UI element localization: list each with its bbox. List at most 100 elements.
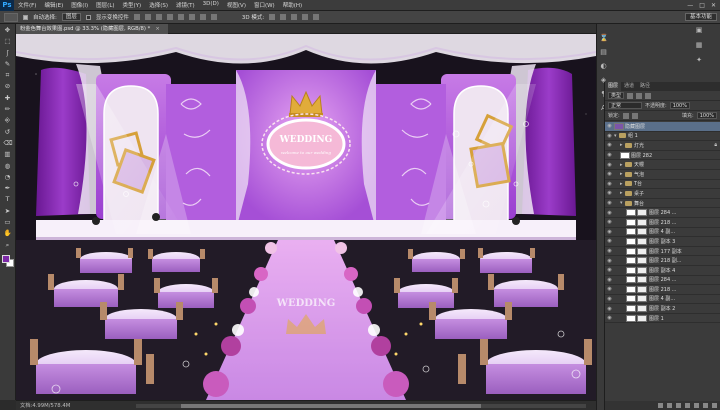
- layer-row[interactable]: ◉ 图层 副本 2: [605, 304, 720, 314]
- crop-icon[interactable]: ⌗: [4, 72, 12, 79]
- stamp-icon[interactable]: ⎆: [4, 117, 12, 124]
- menu-item[interactable]: 帮助(H): [279, 1, 306, 9]
- menu-item[interactable]: 文件(F): [14, 1, 40, 9]
- menu-item[interactable]: 滤镜(T): [172, 1, 199, 9]
- layer-row[interactable]: ◉ 图层 1: [605, 314, 720, 324]
- fill-field[interactable]: 100%: [696, 112, 717, 119]
- navigator-panel-icon[interactable]: ✦: [695, 56, 703, 64]
- new-group-icon[interactable]: [694, 403, 699, 408]
- tool-preset-picker[interactable]: [4, 12, 18, 22]
- eraser-icon[interactable]: ⌫: [4, 139, 13, 147]
- align-right-icon[interactable]: [188, 14, 195, 20]
- menu-item[interactable]: 选择(S): [145, 1, 172, 9]
- adjustment-layer-icon[interactable]: [685, 403, 690, 408]
- menu-item[interactable]: 视图(V): [223, 1, 250, 9]
- menu-item[interactable]: 类型(Y): [119, 1, 146, 9]
- pen-icon[interactable]: ✒: [4, 185, 12, 192]
- visibility-eye-icon[interactable]: ◉: [605, 200, 614, 206]
- layer-row[interactable]: ◉ ▾ 舞台: [605, 199, 720, 209]
- blur-icon[interactable]: ◍: [4, 162, 12, 170]
- opacity-field[interactable]: 100%: [669, 102, 690, 109]
- layer-row[interactable]: ◉ 图层 218 ...: [605, 285, 720, 295]
- blend-mode-dropdown[interactable]: 正常: [608, 102, 642, 109]
- hand-icon[interactable]: ✋: [4, 230, 12, 237]
- type-icon[interactable]: T: [4, 196, 12, 203]
- color-swatches[interactable]: [1, 254, 14, 267]
- layer-row[interactable]: ◉ ▸ 桌子: [605, 189, 720, 199]
- layer-row[interactable]: ◉ 图层 218 副...: [605, 256, 720, 266]
- visibility-eye-icon[interactable]: ◉: [605, 152, 614, 158]
- align-top-icon[interactable]: [133, 14, 140, 20]
- foreground-color-swatch[interactable]: [1, 254, 10, 263]
- menu-item[interactable]: 3D(D): [199, 1, 223, 9]
- shape-icon[interactable]: ▭: [4, 219, 12, 226]
- layer-row[interactable]: ◉ 图层 副本 4: [605, 266, 720, 276]
- layer-row[interactable]: ◉ 图层 4 副...: [605, 228, 720, 238]
- mask-icon[interactable]: [676, 403, 681, 408]
- visibility-eye-icon[interactable]: ◉: [605, 181, 614, 187]
- tab-channels[interactable]: 通道: [621, 82, 637, 91]
- close-window-button[interactable]: ✕: [711, 2, 716, 9]
- properties-panel-icon[interactable]: ▤: [600, 48, 608, 56]
- visibility-eye-icon[interactable]: ◉: [605, 219, 614, 225]
- lasso-icon[interactable]: ʃ: [4, 49, 12, 57]
- 3d-pan-icon[interactable]: [291, 14, 298, 20]
- maximize-button[interactable]: □: [699, 2, 705, 9]
- layer-row[interactable]: ◉ 图层 284 ...: [605, 276, 720, 286]
- 3d-roll-icon[interactable]: [280, 14, 287, 20]
- brush-icon[interactable]: ✏: [4, 106, 12, 113]
- document-canvas[interactable]: WEDDING welcome to our wedding WEDDING: [16, 34, 596, 400]
- visibility-eye-icon[interactable]: ◉: [605, 210, 614, 216]
- align-left-icon[interactable]: [166, 14, 173, 20]
- marquee-icon[interactable]: ⬚: [4, 38, 12, 45]
- swatches-panel-icon[interactable]: ▦: [695, 41, 703, 49]
- visibility-eye-icon[interactable]: ◉: [605, 123, 614, 129]
- new-layer-icon[interactable]: [703, 403, 708, 408]
- align-middle-icon[interactable]: [144, 14, 151, 20]
- history-panel-icon[interactable]: ⌛: [600, 34, 609, 42]
- layer-row[interactable]: ◉ ▸ 气泡: [605, 170, 720, 180]
- menu-item[interactable]: 窗口(W): [250, 1, 279, 9]
- distribute-icon[interactable]: [199, 14, 206, 20]
- document-tab[interactable]: 粉金色舞台效果图.psd @ 33.3% (隐藏图层, RGB/8) * ×: [16, 24, 168, 34]
- show-transform-checkbox[interactable]: [85, 14, 91, 20]
- 3d-slide-icon[interactable]: [302, 14, 309, 20]
- layer-row[interactable]: ◉ 图层 副本 3: [605, 237, 720, 247]
- path-select-icon[interactable]: ➤: [4, 207, 12, 215]
- auto-select-checkbox[interactable]: [23, 14, 28, 20]
- visibility-eye-icon[interactable]: ◉: [605, 162, 614, 168]
- layer-row[interactable]: ◉ 隐藏图层: [605, 122, 720, 132]
- filter-pixel-icon[interactable]: [627, 92, 634, 99]
- gradient-icon[interactable]: ▥: [4, 151, 12, 158]
- workspace-selector[interactable]: 基本功能: [684, 13, 717, 21]
- tab-paths[interactable]: 路径: [637, 82, 653, 91]
- align-bottom-icon[interactable]: [155, 14, 162, 20]
- filter-adjust-icon[interactable]: [636, 92, 643, 99]
- distribute-h-icon[interactable]: [210, 14, 217, 20]
- layer-row[interactable]: ◉ ▸ T台: [605, 180, 720, 190]
- filter-type-icon[interactable]: [645, 92, 652, 99]
- visibility-eye-icon[interactable]: ◉: [605, 142, 614, 148]
- visibility-eye-icon[interactable]: ◉: [605, 286, 614, 292]
- layer-row[interactable]: ◉ ▸ 天幔: [605, 160, 720, 170]
- visibility-eye-icon[interactable]: ◉: [605, 258, 614, 264]
- adjustments-panel-icon[interactable]: ◐: [600, 62, 608, 70]
- layer-row[interactable]: ◉ 图层 177 副本: [605, 247, 720, 257]
- lock-pixels-icon[interactable]: [622, 112, 629, 119]
- visibility-eye-icon[interactable]: ◉: [605, 248, 614, 254]
- layer-row[interactable]: ◉ ▾ 组 1: [605, 132, 720, 142]
- visibility-eye-icon[interactable]: ◉: [605, 267, 614, 273]
- visibility-eye-icon[interactable]: ◉: [605, 315, 614, 321]
- menu-item[interactable]: 图层(L): [92, 1, 118, 9]
- layer-row[interactable]: ◉ 图层 4 副...: [605, 295, 720, 305]
- menu-item[interactable]: 编辑(E): [40, 1, 67, 9]
- visibility-eye-icon[interactable]: ◉: [605, 171, 614, 177]
- align-center-icon[interactable]: [177, 14, 184, 20]
- history-brush-icon[interactable]: ↺: [4, 128, 12, 136]
- lock-position-icon[interactable]: [631, 112, 638, 119]
- dodge-icon[interactable]: ◔: [4, 173, 12, 181]
- visibility-eye-icon[interactable]: ◉: [605, 306, 614, 312]
- layer-kind-filter[interactable]: 类型: [608, 92, 625, 99]
- layer-row[interactable]: ◉ 图层 284 ...: [605, 208, 720, 218]
- fx-icon[interactable]: [667, 403, 672, 408]
